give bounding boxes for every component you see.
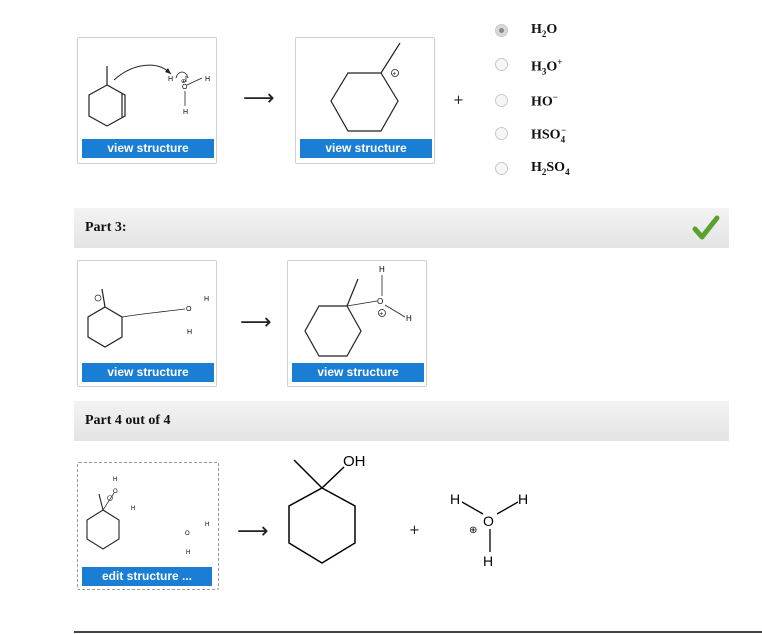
edit-structure-card[interactable]: O H H O H H edit structure ... — [77, 462, 219, 590]
reaction-arrow: ⟶ — [237, 519, 269, 544]
product-structure-card[interactable]: O H H + view structure — [287, 260, 427, 387]
methylcyclohexanol-drawing: OH — [288, 453, 366, 564]
part4-header: Part 4 out of 4 — [74, 401, 729, 441]
option-h3o-radio[interactable] — [495, 58, 508, 71]
oxygen-label: O — [483, 513, 494, 529]
atom-h-label: H — [205, 522, 209, 528]
charge-plus-label: + — [380, 312, 384, 318]
atom-h-label: H — [183, 109, 188, 116]
atom-o-label: O — [377, 297, 383, 306]
option-hso4-label[interactable]: HSO4− — [531, 125, 566, 144]
part4-title: Part 4 out of 4 — [85, 413, 171, 428]
reaction-arrow: ⟶ — [240, 310, 272, 335]
bottom-divider — [74, 631, 762, 633]
water-molecule-drawing: H H O H ⊕ — [450, 491, 528, 569]
atom-h-label: H — [113, 477, 117, 483]
atom-o-label: O — [185, 531, 190, 537]
option-hso4-radio[interactable] — [495, 127, 508, 140]
atom-h-label: H — [131, 506, 135, 512]
atom-h-label: H — [204, 296, 209, 303]
atom-h-label: H — [205, 76, 210, 83]
hydrogen-label: H — [518, 491, 528, 507]
option-h2so4-radio[interactable] — [495, 162, 508, 175]
charge-plus-label: ⊕ — [181, 79, 186, 85]
reactant-structure-card[interactable]: O H H view structure — [77, 260, 217, 387]
plus-sign: + — [409, 523, 420, 538]
view-structure-button[interactable]: view structure — [292, 363, 424, 382]
charge-plus-label: ⊕ — [469, 525, 477, 536]
hydrogen-label: H — [450, 491, 460, 507]
option-hydroxide-label[interactable]: HO− — [531, 92, 558, 111]
reaction-arrow: ⟶ — [243, 86, 275, 111]
hydrogen-label: H — [483, 553, 493, 569]
view-structure-button[interactable]: view structure — [82, 139, 214, 158]
edit-structure-button[interactable]: edit structure ... — [82, 567, 212, 586]
option-h2so4-label[interactable]: H2SO4 — [531, 160, 570, 177]
reactant-structure-card[interactable]: H O ⊕ H H view structure — [77, 37, 217, 164]
option-hydroxide-radio[interactable] — [495, 94, 508, 107]
charge-plus-label: + — [393, 72, 397, 78]
atom-h-label: H — [168, 76, 173, 83]
view-structure-button[interactable]: view structure — [300, 139, 432, 158]
product-structure-card[interactable]: + view structure — [295, 37, 435, 164]
hydroxyl-label: OH — [343, 453, 366, 470]
atom-o-label: O — [186, 306, 192, 313]
option-h2o-label[interactable]: H2O — [531, 22, 557, 39]
option-h2o-radio[interactable] — [495, 24, 508, 37]
atom-h-label: H — [406, 314, 412, 323]
part3-title: Part 3: — [85, 220, 127, 235]
atom-o-label: O — [113, 489, 118, 495]
checkmark-icon — [692, 215, 720, 240]
atom-h-label: H — [379, 265, 385, 274]
atom-h-label: H — [186, 550, 190, 556]
plus-sign: + — [453, 93, 464, 108]
part3-header: Part 3: — [74, 208, 729, 248]
view-structure-button[interactable]: view structure — [82, 363, 214, 382]
option-h3o-label[interactable]: H3O+ — [531, 57, 562, 76]
atom-h-label: H — [187, 329, 192, 336]
